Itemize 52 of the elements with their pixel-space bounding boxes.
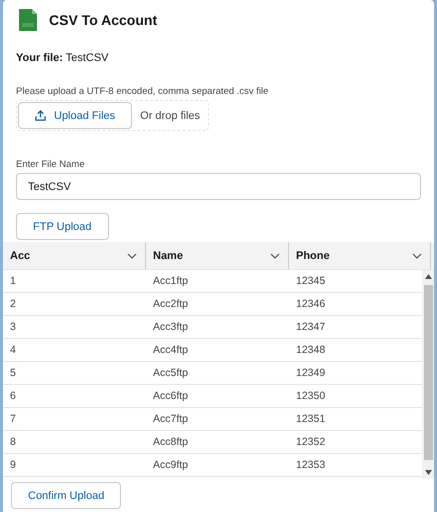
ftp-upload-button[interactable]: FTP Upload	[16, 213, 108, 240]
column-header[interactable]: Acc	[3, 242, 146, 269]
modal-title: CSV To Account	[49, 12, 158, 28]
table-cell-text: 12347	[295, 321, 326, 333]
table-cell-text: 12346	[295, 298, 326, 310]
csv-file-icon	[19, 9, 37, 31]
confirm-upload-button[interactable]: Confirm Upload	[11, 482, 122, 509]
table-cell-text: Acc4ftp	[152, 344, 190, 356]
scrollbar[interactable]	[422, 270, 434, 479]
table-cell-text: 1	[9, 275, 17, 287]
table-cell-text: Acc8ftp	[152, 436, 190, 448]
file-name-field[interactable]: TestCSV	[16, 173, 421, 200]
table-cell-text: Acc7ftp	[152, 413, 190, 425]
column-title: Acc	[10, 250, 30, 262]
chevron-down-icon[interactable]	[412, 252, 422, 258]
column-header[interactable]: Phone	[289, 242, 431, 269]
table-cell-text: 12351	[295, 413, 326, 425]
table-cell-text: Acc5ftp	[152, 367, 190, 379]
table-cell-text: 5	[9, 367, 17, 379]
table-cell-text: 8	[9, 436, 17, 448]
column-header[interactable]: Name	[146, 242, 289, 269]
scroll-up-icon[interactable]	[424, 274, 432, 279]
table-cell-text: 12353	[295, 459, 326, 471]
table-cell-text: 9	[9, 459, 17, 471]
table-cell-text: Acc2ftp	[152, 298, 190, 310]
scroll-down-icon[interactable]	[424, 470, 432, 475]
chevron-down-icon[interactable]	[127, 252, 137, 258]
table-cell-text: Acc9ftp	[152, 459, 190, 471]
upload-files-button[interactable]: Upload Files	[18, 102, 132, 129]
drop-zone[interactable]: Upload Files Or drop files	[16, 100, 210, 131]
file-name-label: Enter File Name	[16, 159, 86, 170]
table-cell-text: Acc3ftp	[152, 321, 190, 333]
table-cell-text: Acc6ftp	[152, 390, 190, 402]
table-cell-text: 12349	[295, 367, 326, 379]
table-cell-text: 6	[9, 390, 17, 402]
chevron-down-icon[interactable]	[270, 252, 280, 258]
column-title: Phone	[296, 250, 330, 262]
upload-icon	[35, 110, 46, 121]
table-cell-text: 12352	[295, 436, 326, 448]
table-cell-text: 12350	[295, 390, 326, 402]
table-cell-text: 7	[9, 413, 17, 425]
column-title: Name	[153, 250, 183, 262]
table-cell-text: 12345	[295, 275, 326, 287]
table-cell-text: 3	[9, 321, 17, 333]
drop-files-text: Or drop files	[140, 110, 200, 122]
scroll-thumb[interactable]	[424, 285, 432, 460]
table-cell-text: 2	[9, 298, 17, 310]
table-cell-text: 12348	[295, 344, 326, 356]
table-cell-text: 4	[9, 344, 17, 356]
table-cell-text: Acc1ftp	[152, 275, 190, 287]
upload-hint: Please upload a UTF-8 encoded, comma separated .csv file	[16, 86, 270, 97]
file-name-text: Your file: TestCSV	[16, 52, 110, 64]
